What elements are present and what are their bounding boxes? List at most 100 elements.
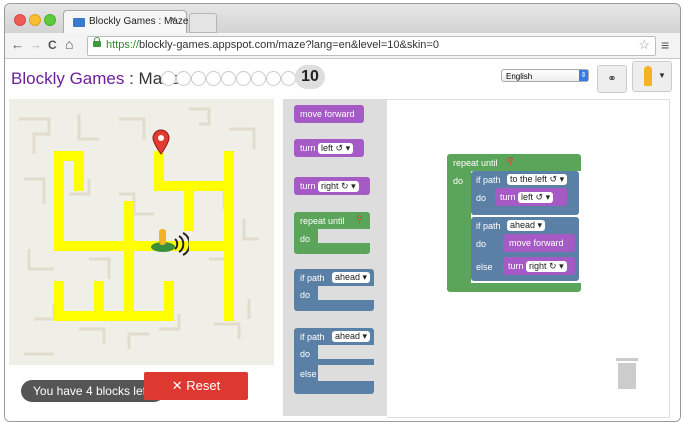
new-tab-button[interactable] (189, 13, 217, 33)
tab-bar: Blockly Games : Maze × (5, 4, 680, 34)
maze-path (74, 151, 84, 191)
marker-icon: ⚲ (356, 214, 363, 224)
block-label: else (476, 262, 493, 272)
empty-slot (318, 365, 374, 381)
level-dot-3[interactable] (191, 71, 206, 86)
block-label: else (300, 369, 317, 379)
level-dot-4[interactable] (206, 71, 221, 86)
block-label: do (300, 290, 311, 300)
maze-path (184, 181, 194, 231)
turn-direction-dropdown[interactable]: left ↺ ▾ (518, 192, 554, 203)
marker-icon: ⚲ (507, 156, 514, 166)
language-select[interactable]: English ⇕ (501, 69, 589, 82)
block-label: turn (508, 261, 524, 271)
trash-icon[interactable] (616, 358, 638, 390)
toolbox-move-forward-block[interactable]: move forward (294, 105, 364, 123)
workspace-repeat-until-block[interactable]: repeat until ⚲ do if path to the left ↺ … (447, 154, 581, 292)
block-label: repeat until (300, 216, 345, 226)
zoom-window-button[interactable] (44, 14, 56, 26)
maze-path (124, 201, 134, 321)
toolbox-turn-right-block[interactable]: turn right ↻ ▾ (294, 177, 370, 195)
level-dot-8[interactable] (266, 71, 281, 86)
address-bar-row: ← → C ⌂ https://blockly-games.appspot.co… (5, 33, 680, 59)
title-separator: : (124, 69, 139, 88)
maze-path (164, 281, 174, 321)
blockly-favicon-icon (73, 18, 85, 27)
link-button[interactable]: ⚭ (597, 65, 627, 93)
block-label: do (300, 234, 311, 244)
page-title: Blockly Games : Maze (11, 69, 180, 89)
level-dot-7[interactable] (251, 71, 266, 86)
level-dot-6[interactable] (236, 71, 251, 86)
language-value: English (506, 72, 533, 81)
url-scheme: https:// (106, 39, 140, 51)
maze-path (54, 281, 64, 321)
workspace-turn-left-block[interactable]: turn left ↺ ▾ (495, 188, 567, 206)
maze-path (154, 181, 234, 191)
block-label: do (476, 193, 487, 203)
pegman-icon (151, 229, 189, 256)
browser-menu-icon[interactable]: ≡ (661, 37, 669, 53)
forward-button[interactable]: → (29, 37, 42, 52)
workspace-if-left-block[interactable]: if path to the left ↺ ▾ do turn left ↺ ▾ (471, 171, 579, 215)
block-label: if path (476, 221, 501, 231)
maze-path (54, 151, 64, 251)
app-title-link[interactable]: Blockly Games (11, 69, 124, 88)
chevron-down-icon: ▼ (658, 71, 666, 80)
block-label: do (453, 176, 464, 186)
reload-button[interactable]: C (48, 38, 57, 52)
path-direction-dropdown[interactable]: ahead ▾ (507, 220, 546, 231)
turn-direction-dropdown[interactable]: right ↻ ▾ (526, 261, 567, 272)
level-dot-5[interactable] (221, 71, 236, 86)
toolbox-if-else-block[interactable]: if path ahead ▾ do else (294, 328, 374, 394)
bookmark-star-icon[interactable]: ☆ (638, 37, 650, 53)
tab-close-icon[interactable]: × (170, 14, 176, 26)
select-arrow-icon: ⇕ (579, 70, 588, 81)
link-icon: ⚭ (607, 73, 617, 85)
tab-blockly-maze[interactable]: Blockly Games : Maze × (63, 10, 188, 34)
reset-button[interactable]: ✕ Reset (144, 372, 248, 400)
url-path: blockly-games.appspot.com/maze?lang=en&l… (139, 39, 439, 51)
block-label: move forward (509, 238, 564, 248)
page-content: Blockly Games : Maze 10 English ⇕ ⚭ ▼ Yo… (5, 59, 680, 421)
level-dot-9[interactable] (281, 71, 296, 86)
turn-direction-dropdown[interactable]: left ↺ ▾ (318, 143, 354, 154)
workspace-turn-right-block[interactable]: turn right ↻ ▾ (503, 257, 575, 275)
url-text: https://blockly-games.appspot.com/maze?l… (106, 39, 439, 51)
pegman-icon (644, 66, 652, 86)
toolbox-turn-left-block[interactable]: turn left ↺ ▾ (294, 139, 364, 157)
marker-icon (152, 129, 170, 155)
block-label: do (476, 239, 487, 249)
block-label: if path (300, 332, 325, 342)
block-toolbox: move forward turn left ↺ ▾ turn right ↻ … (283, 99, 387, 416)
block-label: turn (300, 181, 316, 191)
block-label: repeat until (453, 158, 498, 168)
block-label: if path (300, 273, 325, 283)
maze-path (54, 311, 174, 321)
close-window-button[interactable] (14, 14, 26, 26)
url-field[interactable]: https://blockly-games.appspot.com/maze?l… (87, 36, 656, 56)
path-direction-dropdown[interactable]: ahead ▾ (332, 331, 371, 342)
home-button[interactable]: ⌂ (65, 36, 73, 52)
block-label: turn (300, 143, 316, 153)
level-dot-2[interactable] (176, 71, 191, 86)
empty-slot (318, 286, 374, 300)
browser-window: Blockly Games : Maze × ← → C ⌂ https://b… (4, 3, 681, 422)
current-level-badge[interactable]: 10 (295, 65, 325, 89)
path-direction-dropdown[interactable]: ahead ▾ (332, 272, 371, 283)
minimize-window-button[interactable] (29, 14, 41, 26)
back-button[interactable]: ← (11, 37, 24, 52)
turn-direction-dropdown[interactable]: right ↻ ▾ (318, 181, 359, 192)
toolbox-repeat-until-block[interactable]: repeat until ⚲ do (294, 212, 370, 254)
path-direction-dropdown[interactable]: to the left ↺ ▾ (507, 174, 568, 185)
pegman-button[interactable]: ▼ (632, 61, 672, 92)
maze-board: You have 4 blocks left. (9, 99, 274, 402)
toolbox-if-path-block[interactable]: if path ahead ▾ do (294, 269, 374, 311)
workspace-move-forward-block[interactable]: move forward (503, 234, 575, 252)
empty-slot (318, 229, 370, 243)
block-label: do (300, 349, 311, 359)
level-dot-1[interactable] (161, 71, 176, 86)
trash-can (618, 363, 636, 389)
workspace-if-else-block[interactable]: if path ahead ▾ do move forward else tur… (471, 217, 579, 281)
empty-slot (318, 345, 374, 359)
